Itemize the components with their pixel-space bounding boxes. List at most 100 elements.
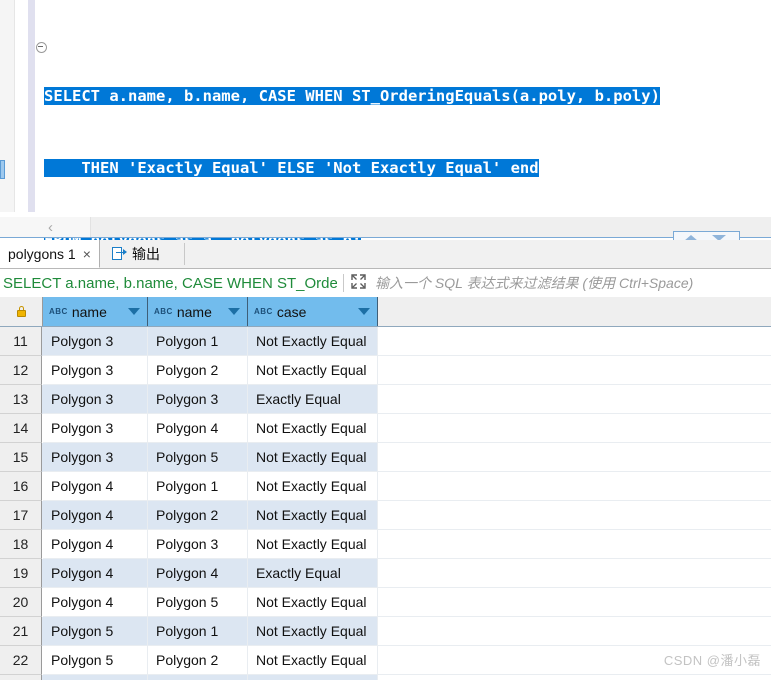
grid-cell[interactable]: Polygon 4	[148, 559, 248, 588]
grid-cell[interactable]: Polygon 3	[148, 675, 248, 680]
grid-row-filler	[378, 356, 771, 385]
column-header-case[interactable]: ABC case	[248, 297, 378, 326]
grid-cell[interactable]: Polygon 2	[148, 356, 248, 385]
grid-cell[interactable]: Not Exactly Equal	[248, 414, 378, 443]
grid-cell[interactable]: Polygon 4	[43, 501, 148, 530]
grid-cell[interactable]: Not Exactly Equal	[248, 646, 378, 675]
grid-cell[interactable]: Polygon 4	[43, 472, 148, 501]
grid-cell[interactable]: Not Exactly Equal	[248, 588, 378, 617]
grid-cell[interactable]: Polygon 3	[43, 443, 148, 472]
grid-cell[interactable]: Polygon 3	[43, 414, 148, 443]
chevron-down-icon[interactable]	[228, 308, 240, 315]
column-header-name-1[interactable]: ABC name	[43, 297, 148, 326]
grid-cell[interactable]: Polygon 4	[43, 559, 148, 588]
dbeaver-result-window: SELECT a.name, b.name, CASE WHEN ST_Orde…	[0, 0, 771, 680]
table-row[interactable]: 20 Polygon 4 Polygon 5 Not Exactly Equal	[0, 588, 771, 617]
overview-ruler-marker	[0, 160, 5, 179]
grid-corner-readonly-cell[interactable]	[0, 297, 43, 326]
grid-cell[interactable]: Polygon 3	[148, 385, 248, 414]
grid-cell[interactable]: Not Exactly Equal	[248, 617, 378, 646]
column-type-icon-1: ABC	[49, 307, 68, 316]
grid-row-filler	[378, 443, 771, 472]
grid-cell[interactable]: Polygon 4	[43, 588, 148, 617]
grid-cell[interactable]: Polygon 3	[43, 327, 148, 356]
results-tab-bar[interactable]: polygons 1 × 输出	[0, 240, 771, 269]
close-icon[interactable]: ×	[83, 246, 91, 262]
table-row[interactable]: 23Polygon 5Polygon 3Not Exactly Equal	[0, 675, 771, 680]
grid-cell[interactable]: Not Exactly Equal	[248, 327, 378, 356]
row-number[interactable]: 13	[0, 385, 42, 414]
row-number[interactable]: 17	[0, 501, 42, 530]
chevron-left-icon[interactable]: ‹	[48, 219, 53, 236]
grid-cell[interactable]: Polygon 1	[148, 472, 248, 501]
column-header-name-2[interactable]: ABC name	[148, 297, 248, 326]
grid-cell[interactable]: Not Exactly Equal	[248, 501, 378, 530]
row-number[interactable]: 21	[0, 617, 42, 646]
filter-input-placeholder[interactable]: 输入一个 SQL 表达式来过滤结果 (使用 Ctrl+Space)	[375, 273, 693, 293]
row-number[interactable]: 18	[0, 530, 42, 559]
executed-query-label[interactable]: SELECT a.name, b.name, CASE WHEN ST_Orde	[0, 275, 337, 292]
grid-cell[interactable]: Polygon 5	[43, 675, 148, 680]
row-number[interactable]: 16	[0, 472, 42, 501]
grid-cell[interactable]: Polygon 3	[148, 530, 248, 559]
row-number[interactable]: 19	[0, 559, 42, 588]
grid-row-filler	[378, 327, 771, 356]
table-row[interactable]: 12 Polygon 3 Polygon 2 Not Exactly Equal	[0, 356, 771, 385]
pane-divider[interactable]	[0, 237, 771, 238]
grid-cell[interactable]: Exactly Equal	[248, 385, 378, 414]
grid-cell[interactable]: Not Exactly Equal	[248, 530, 378, 559]
table-row[interactable]: 18 Polygon 4 Polygon 3 Not Exactly Equal	[0, 530, 771, 559]
grid-header-row: ABC name ABC name ABC case	[0, 297, 771, 327]
table-row[interactable]: 21 Polygon 5 Polygon 1 Not Exactly Equal	[0, 617, 771, 646]
tab-output[interactable]: 输出	[104, 240, 168, 268]
tab-output-label: 输出	[132, 246, 160, 262]
grid-cell[interactable]: Not Exactly Equal	[248, 675, 378, 680]
grid-cell[interactable]: Polygon 2	[148, 646, 248, 675]
results-filter-bar[interactable]: SELECT a.name, b.name, CASE WHEN ST_Orde…	[0, 269, 771, 298]
grid-row-filler	[378, 472, 771, 501]
grid-cell[interactable]: Polygon 5	[148, 443, 248, 472]
grid-cell[interactable]: Exactly Equal	[248, 559, 378, 588]
row-number[interactable]: 23	[0, 675, 42, 680]
code-line-1-text: SELECT a.name, b.name, CASE WHEN ST_Orde…	[44, 87, 660, 105]
grid-cell[interactable]: Polygon 2	[148, 501, 248, 530]
table-row[interactable]: 13 Polygon 3 Polygon 3 Exactly Equal	[0, 385, 771, 414]
row-number[interactable]: 11	[0, 327, 42, 356]
tab-polygons-1[interactable]: polygons 1 ×	[0, 240, 100, 268]
row-number[interactable]: 15	[0, 443, 42, 472]
grid-cell[interactable]: Polygon 3	[43, 385, 148, 414]
grid-cell[interactable]: Not Exactly Equal	[248, 472, 378, 501]
editor-bottom-strip: ‹	[0, 217, 771, 238]
grid-cell[interactable]: Polygon 1	[148, 327, 248, 356]
grid-cell[interactable]: Polygon 4	[43, 530, 148, 559]
table-row[interactable]: 22 Polygon 5 Polygon 2 Not Exactly Equal	[0, 646, 771, 675]
column-header-label-1: name	[71, 303, 107, 320]
editor-overview-ruler[interactable]	[0, 0, 15, 212]
table-row[interactable]: 17 Polygon 4 Polygon 2 Not Exactly Equal	[0, 501, 771, 530]
table-row[interactable]: 11 Polygon 3 Polygon 1 Not Exactly Equal	[0, 327, 771, 356]
row-number[interactable]: 12	[0, 356, 42, 385]
grid-cell[interactable]: Polygon 3	[43, 356, 148, 385]
row-number[interactable]: 20	[0, 588, 42, 617]
table-row[interactable]: 16 Polygon 4 Polygon 1 Not Exactly Equal	[0, 472, 771, 501]
grid-row-filler	[378, 675, 771, 680]
table-row[interactable]: 15 Polygon 3 Polygon 5 Not Exactly Equal	[0, 443, 771, 472]
result-grid[interactable]: ABC name ABC name ABC case 11 Polygon 3 Po…	[0, 297, 771, 680]
expand-icon[interactable]	[343, 274, 369, 292]
lock-icon	[16, 306, 26, 317]
grid-cell[interactable]: Polygon 5	[148, 588, 248, 617]
grid-cell[interactable]: Polygon 5	[43, 646, 148, 675]
chevron-down-icon[interactable]	[358, 308, 370, 315]
row-number[interactable]: 22	[0, 646, 42, 675]
grid-cell[interactable]: Polygon 5	[43, 617, 148, 646]
column-type-icon-2: ABC	[154, 307, 173, 316]
chevron-down-icon[interactable]	[128, 308, 140, 315]
grid-cell[interactable]: Polygon 4	[148, 414, 248, 443]
grid-cell[interactable]: Polygon 1	[148, 617, 248, 646]
table-row[interactable]: 14 Polygon 3 Polygon 4 Not Exactly Equal	[0, 414, 771, 443]
row-number[interactable]: 14	[0, 414, 42, 443]
sql-editor-pane[interactable]: SELECT a.name, b.name, CASE WHEN ST_Orde…	[0, 0, 771, 249]
table-row[interactable]: 19 Polygon 4 Polygon 4 Exactly Equal	[0, 559, 771, 588]
grid-cell[interactable]: Not Exactly Equal	[248, 443, 378, 472]
grid-cell[interactable]: Not Exactly Equal	[248, 356, 378, 385]
